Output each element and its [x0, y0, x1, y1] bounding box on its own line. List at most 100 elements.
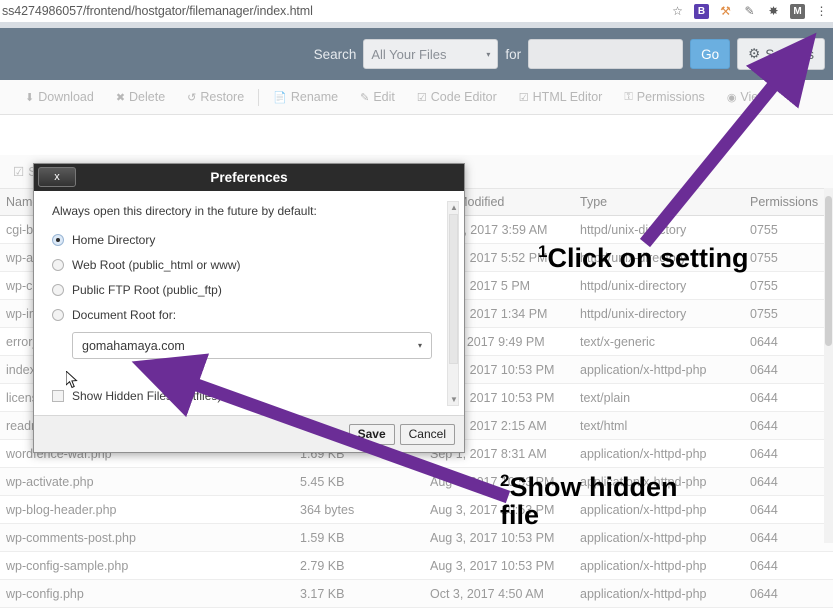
scroll-up-icon[interactable]: ▲	[450, 203, 458, 212]
mega-extension-icon[interactable]: M	[790, 3, 805, 19]
radio-document-root[interactable]: Document Root for:	[52, 302, 448, 327]
file-permissions: 0755	[750, 278, 778, 293]
annotation-step-1: 1Click on setting	[538, 243, 749, 272]
delete-button[interactable]: ✖ Delete	[105, 90, 176, 104]
column-header-permissions[interactable]: Permissions	[750, 195, 833, 209]
download-button[interactable]: ⬇ Download	[14, 90, 105, 104]
file-permissions: 0755	[750, 250, 778, 265]
key-icon: ⚿	[624, 90, 633, 103]
annotation-step-1-text: Click on setting	[547, 243, 749, 273]
annotation-step-2: 2Show hidden file	[500, 472, 710, 529]
file-permissions: 0644	[750, 334, 778, 349]
file-permissions: 0644	[750, 502, 778, 517]
download-icon: ⬇	[25, 91, 35, 104]
html-icon: ☑	[518, 91, 529, 104]
radio-home-directory[interactable]: Home Directory	[52, 227, 448, 252]
file-size: 1.59 KB	[300, 530, 345, 545]
preferences-dialog: x Preferences Always open this directory…	[33, 163, 465, 453]
document-root-select[interactable]: gomahamaya.com ▾	[72, 332, 432, 359]
checkbox-disable-char-encoding-icon[interactable]	[52, 414, 64, 415]
file-permissions: 0644	[750, 418, 778, 433]
radio-web-root[interactable]: Web Root (public_html or www)	[52, 252, 448, 277]
x-icon: ✖	[115, 91, 126, 104]
preferences-lead-text: Always open this directory in the future…	[52, 204, 317, 218]
checkbox-show-hidden-files-icon[interactable]	[52, 389, 64, 402]
table-row[interactable]: wp-config.php 3.17 KB Oct 3, 2017 4:50 AM a…	[0, 580, 833, 608]
radio-web-root-icon[interactable]	[52, 258, 64, 271]
rename-button[interactable]: 📄 Rename	[262, 90, 349, 104]
radio-public-ftp-root-icon[interactable]	[52, 283, 64, 296]
annotation-step-2-line1: Show hidden	[509, 472, 678, 502]
url-text[interactable]: ss4274986057/frontend/hostgator/filemana…	[0, 4, 313, 18]
browser-address-bar[interactable]: ss4274986057/frontend/hostgator/filemana…	[0, 0, 833, 22]
file-type: text/html	[580, 418, 628, 433]
restore-label: Restore	[200, 90, 245, 104]
browser-extension-icons: ☆ B ⚒ ✎ ✸ M ⋮	[670, 0, 829, 22]
file-last-modified: Oct 3, 2017 4:50 AM	[430, 586, 544, 601]
checkbox-disable-char-encoding[interactable]: Disable Character Encoding Verification …	[52, 408, 448, 416]
file-permissions: 0644	[750, 446, 778, 461]
save-button[interactable]: Save	[348, 423, 395, 445]
restore-button[interactable]: ↺ Restore	[176, 90, 255, 104]
table-row[interactable]: wp-config-sample.php 2.79 KB Aug 3, 2017 1…	[0, 552, 833, 580]
permissions-button[interactable]: ⚿ Permissions	[613, 90, 715, 104]
view-label: View	[740, 90, 768, 104]
action-toolbar: ⬇ Download ✖ Delete ↺ Restore 📄 Rename ✎ Edit…	[0, 80, 833, 115]
file-type: text/x-generic	[580, 334, 656, 349]
for-label: for	[505, 46, 522, 62]
preferences-footer: Save Cancel	[34, 416, 464, 452]
file-type: application/x-httpd-php	[580, 362, 707, 377]
file-permissions: 0644	[750, 558, 778, 573]
search-scope-value: All Your Files	[371, 46, 447, 62]
checkbox-disable-char-encoding-label: Disable Character Encoding Verification …	[72, 414, 327, 416]
search-scope-select[interactable]: All Your Files ▾	[363, 39, 499, 69]
close-icon[interactable]: x	[38, 167, 76, 187]
preferences-title-bar: x Preferences	[34, 164, 464, 191]
cancel-button[interactable]: Cancel	[399, 423, 455, 445]
search-label: Search	[313, 46, 357, 62]
file-name: wp-blog-header.php	[6, 502, 117, 517]
browser-menu-icon[interactable]: ⋮	[814, 4, 829, 19]
preferences-title: Preferences	[210, 170, 288, 185]
tool-extension-icon[interactable]: ⚒	[718, 4, 733, 19]
radio-document-root-icon[interactable]	[52, 308, 64, 321]
radio-public-ftp-root[interactable]: Public FTP Root (public_ftp)	[52, 277, 448, 302]
check-icon: ☑	[13, 165, 25, 179]
file-permissions: 0644	[750, 474, 778, 489]
file-type: httpd/unix-directory	[580, 278, 687, 293]
chevron-down-icon: ▾	[486, 49, 491, 59]
file-icon: 📄	[273, 91, 287, 104]
search-input[interactable]	[528, 39, 684, 69]
mouse-cursor-icon	[66, 371, 78, 389]
settings-button[interactable]: ⚙ Settings	[737, 38, 825, 70]
eye-icon: ◉	[726, 91, 737, 104]
file-size: 364 bytes	[300, 502, 355, 517]
permissions-label: Permissions	[636, 90, 705, 104]
column-header-type[interactable]: Type	[580, 195, 750, 209]
code-icon: ☑	[416, 91, 427, 104]
preferences-scrollbar[interactable]: ▲ ▼	[447, 201, 459, 406]
file-type: application/x-httpd-php	[580, 446, 707, 461]
table-scrollbar-thumb[interactable]	[825, 196, 832, 346]
document-root-value: gomahamaya.com	[82, 338, 185, 353]
radio-home-directory-icon[interactable]	[52, 233, 64, 246]
file-name: wp-comments-post.php	[6, 530, 136, 545]
sparkle-extension-icon[interactable]: ✸	[766, 4, 781, 19]
edit-button[interactable]: ✎ Edit	[349, 90, 406, 104]
html-editor-button[interactable]: ☑ HTML Editor	[508, 90, 614, 104]
checkbox-show-hidden-files[interactable]: Show Hidden Files (dotfiles)	[52, 383, 448, 408]
code-editor-button[interactable]: ☑ Code Editor	[406, 90, 508, 104]
go-button[interactable]: Go	[690, 39, 731, 69]
file-name: wp-config.php	[6, 586, 84, 601]
bootstrap-extension-icon[interactable]: B	[694, 3, 709, 19]
view-button[interactable]: ◉ View	[716, 90, 778, 104]
file-type: httpd/unix-directory	[580, 222, 687, 237]
scroll-down-icon[interactable]: ▼	[450, 395, 458, 404]
rename-label: Rename	[290, 90, 339, 104]
preferences-scrollbar-thumb[interactable]	[449, 214, 458, 364]
file-permissions: 0644	[750, 362, 778, 377]
file-type: application/x-httpd-php	[580, 586, 707, 601]
bookmark-star-icon[interactable]: ☆	[670, 4, 685, 19]
eyedropper-extension-icon[interactable]: ✎	[742, 4, 757, 19]
code-editor-label: Code Editor	[430, 90, 497, 104]
